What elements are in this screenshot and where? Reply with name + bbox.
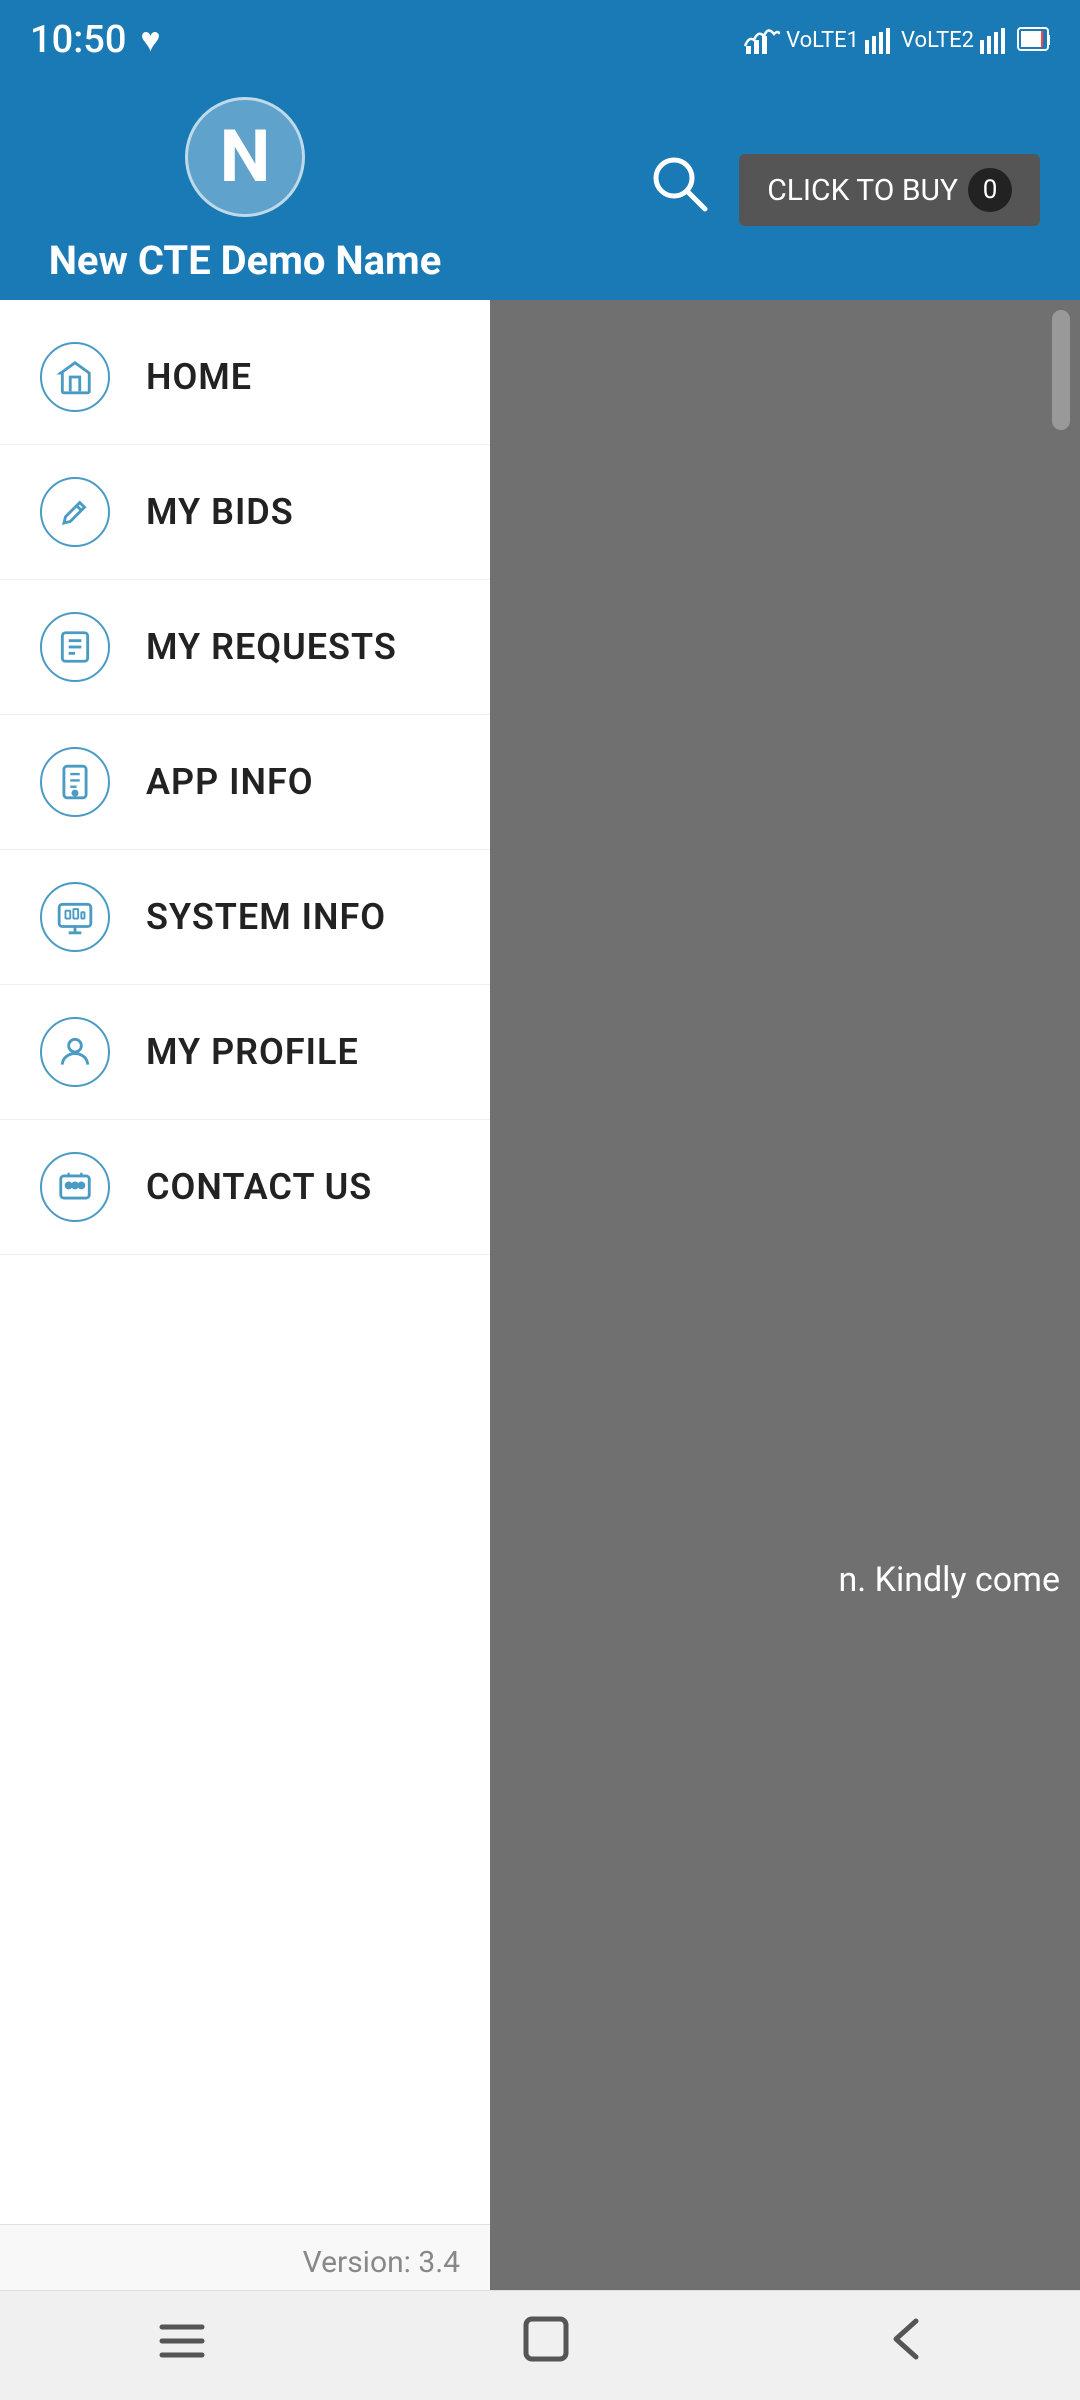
contact-icon <box>40 1152 110 1222</box>
main-background: CLICK TO BUY 0 n. Kindly come <box>480 80 1080 2400</box>
drawer-header: N New CTE Demo Name <box>0 80 490 300</box>
home-icon <box>40 342 110 412</box>
bottom-navigation <box>0 2290 1080 2400</box>
status-time: 10:50 <box>30 18 126 62</box>
kindly-text: n. Kindly come <box>838 1560 1060 1600</box>
app-info-label: APP INFO <box>146 761 314 803</box>
requests-icon <box>40 612 110 682</box>
avatar: N <box>185 97 305 217</box>
main-header: CLICK TO BUY 0 <box>480 80 1080 300</box>
sidebar-item-my-profile[interactable]: MY PROFILE <box>0 985 490 1120</box>
my-profile-label: MY PROFILE <box>146 1031 359 1073</box>
status-bar-left: 10:50 ♥ <box>30 18 161 62</box>
drawer: N New CTE Demo Name HOME MY BIDS <box>0 80 490 2400</box>
click-to-buy-button[interactable]: CLICK TO BUY 0 <box>739 154 1040 226</box>
system-info-label: SYSTEM INFO <box>146 896 386 938</box>
home-label: HOME <box>146 356 252 398</box>
sidebar-item-my-requests[interactable]: MY REQUESTS <box>0 580 490 715</box>
profile-icon <box>40 1017 110 1087</box>
nav-list: HOME MY BIDS MY REQUESTS <box>0 300 490 2224</box>
scrollbar[interactable] <box>1052 310 1070 430</box>
heart-icon: ♥ <box>140 20 160 60</box>
avatar-letter: N <box>220 114 271 199</box>
sidebar-item-app-info[interactable]: APP INFO <box>0 715 490 850</box>
search-icon[interactable] <box>649 153 709 228</box>
app-info-icon <box>40 747 110 817</box>
sidebar-item-contact-us[interactable]: CONTACT US <box>0 1120 490 1255</box>
menu-button[interactable] <box>116 2305 248 2386</box>
bids-icon <box>40 477 110 547</box>
drawer-user-name: New CTE Demo Name <box>49 237 442 284</box>
my-requests-label: MY REQUESTS <box>146 626 397 668</box>
contact-us-label: CONTACT US <box>146 1166 372 1208</box>
system-info-icon <box>40 882 110 952</box>
cart-badge: 0 <box>968 168 1012 212</box>
status-bar: 10:50 ♥ VoLTE1 VoLTE2 <box>0 0 1080 80</box>
sidebar-item-my-bids[interactable]: MY BIDS <box>0 445 490 580</box>
home-button[interactable] <box>480 2303 612 2388</box>
signal-icons: VoLTE1 VoLTE2 <box>744 26 1050 54</box>
version-text: Version: 3.4 <box>0 2224 490 2300</box>
sidebar-item-home[interactable]: HOME <box>0 310 490 445</box>
sidebar-item-system-info[interactable]: SYSTEM INFO <box>0 850 490 985</box>
back-button[interactable] <box>844 2303 964 2388</box>
status-bar-right: VoLTE1 VoLTE2 <box>744 26 1050 54</box>
my-bids-label: MY BIDS <box>146 491 294 533</box>
